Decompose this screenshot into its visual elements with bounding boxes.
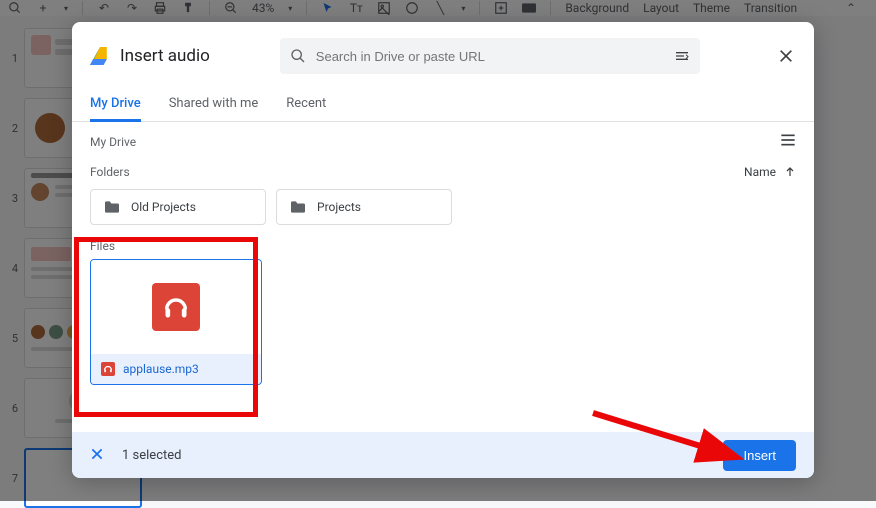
dialog-footer: 1 selected Insert [72, 432, 814, 478]
folder-icon [289, 200, 307, 214]
insert-audio-dialog: Insert audio My Drive Shared with me Rec… [72, 22, 814, 478]
folder-label: Old Projects [131, 200, 196, 214]
sort-control[interactable]: Name [744, 165, 796, 179]
dialog-title: Insert audio [120, 46, 210, 66]
file-name: applause.mp3 [123, 362, 199, 376]
selection-count: 1 selected [122, 448, 181, 463]
files-heading: Files [72, 225, 814, 259]
file-thumbnail [91, 260, 261, 354]
folders-row: Old Projects Projects [72, 189, 814, 225]
folder-icon [103, 200, 121, 214]
list-view-icon[interactable] [780, 132, 796, 151]
close-button[interactable] [776, 46, 796, 66]
folder-projects[interactable]: Projects [276, 189, 452, 225]
search-icon [290, 48, 306, 64]
insert-button[interactable]: Insert [723, 440, 796, 471]
source-tabs: My Drive Shared with me Recent [72, 82, 814, 122]
search-input[interactable] [316, 49, 664, 64]
folders-heading: Folders [90, 165, 130, 179]
arrow-up-icon [784, 166, 796, 178]
audio-small-icon [101, 362, 115, 376]
close-icon [778, 48, 794, 64]
file-applause[interactable]: applause.mp3 [90, 259, 262, 385]
tab-my-drive[interactable]: My Drive [90, 88, 141, 122]
tab-recent[interactable]: Recent [286, 88, 326, 121]
breadcrumb[interactable]: My Drive [90, 135, 136, 149]
tab-shared[interactable]: Shared with me [169, 88, 259, 121]
sort-label: Name [744, 165, 776, 179]
clear-selection-button[interactable] [90, 446, 104, 465]
folder-label: Projects [317, 200, 361, 214]
dialog-header: Insert audio [72, 22, 814, 82]
drive-logo-icon [90, 47, 110, 65]
file-meta: applause.mp3 [91, 354, 261, 384]
search-box[interactable] [280, 38, 700, 74]
filter-icon[interactable] [674, 48, 690, 64]
audio-icon [152, 283, 200, 331]
folder-old-projects[interactable]: Old Projects [90, 189, 266, 225]
